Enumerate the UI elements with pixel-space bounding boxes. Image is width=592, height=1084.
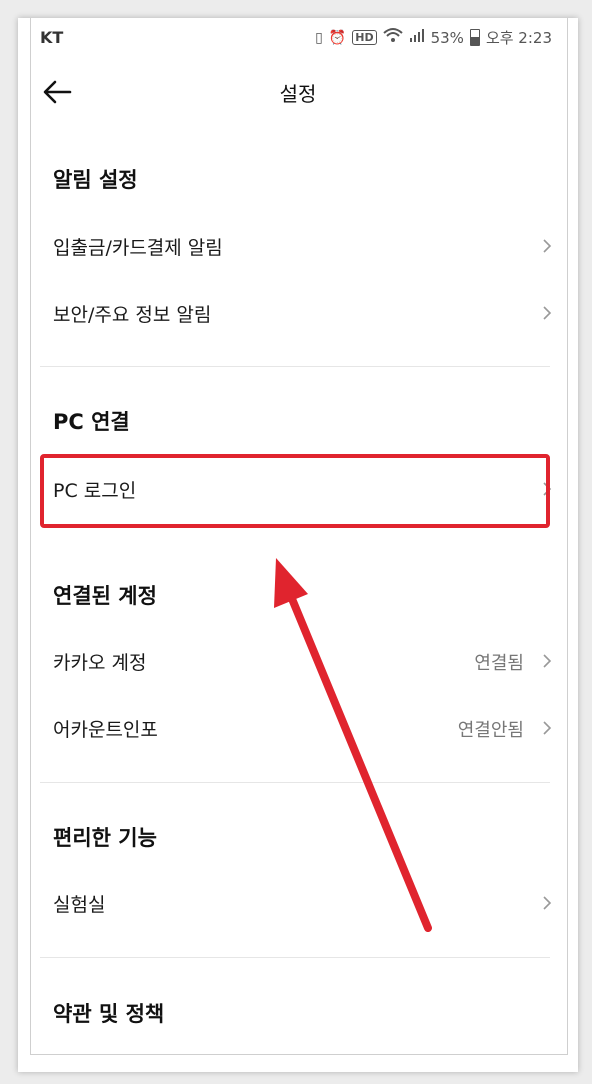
phone-screenshot: KT ▯ ⏰ HD 53% 오후 2:23 설정 알림 설정 입출금/카드결제 …	[18, 18, 578, 1072]
chevron-right-icon	[543, 306, 552, 320]
chevron-right-icon	[543, 482, 552, 496]
row-value: 연결됨	[474, 653, 524, 674]
battery-percent: 53%	[430, 28, 464, 47]
chevron-right-icon	[543, 896, 552, 910]
section-title-linked-accounts: 연결된 계정	[53, 584, 157, 608]
row-label: 보안/주요 정보 알림	[53, 304, 212, 326]
chevron-right-icon	[543, 654, 552, 668]
status-icons: ▯ ⏰ HD 53% 오후 2:23	[315, 27, 552, 48]
wifi-icon	[382, 27, 403, 48]
clock: 오후 2:23	[485, 29, 552, 47]
row-label: 카카오 계정	[53, 652, 147, 674]
row-value: 연결안됨	[457, 720, 524, 741]
row-security-alert[interactable]: 보안/주요 정보 알림	[40, 287, 556, 339]
row-pc-login[interactable]: PC 로그인	[40, 463, 556, 515]
chevron-right-icon	[543, 721, 552, 735]
hd-icon: HD	[352, 30, 377, 45]
section-title-pc: PC 연결	[53, 410, 130, 434]
alarm-icon: ⏰	[328, 29, 347, 46]
app-header: 설정	[18, 66, 578, 116]
section-title-notifications: 알림 설정	[53, 168, 138, 192]
vibrate-icon: ▯	[315, 29, 323, 46]
row-accountinfo[interactable]: 어카운트인포 연결안됨	[40, 702, 556, 754]
row-label: 어카운트인포	[53, 719, 158, 741]
row-label: 입출금/카드결제 알림	[53, 237, 223, 259]
row-deposit-card-alert[interactable]: 입출금/카드결제 알림	[40, 220, 556, 272]
section-divider	[40, 366, 550, 367]
chevron-right-icon	[543, 239, 552, 253]
row-label: PC 로그인	[53, 480, 137, 502]
battery-icon	[469, 29, 480, 46]
row-kakao-account[interactable]: 카카오 계정 연결됨	[40, 635, 556, 687]
row-label: 실험실	[53, 894, 106, 916]
section-title-terms[interactable]: 약관 및 정책	[53, 998, 164, 1028]
status-bar: KT ▯ ⏰ HD 53% 오후 2:23	[18, 18, 578, 58]
signal-icon	[409, 27, 425, 48]
section-divider	[40, 782, 550, 783]
page-title: 설정	[279, 82, 317, 106]
section-title-convenience: 편리한 기능	[53, 826, 157, 850]
carrier-label: KT	[40, 28, 64, 47]
row-lab[interactable]: 실험실	[40, 877, 556, 929]
section-divider	[40, 957, 550, 958]
